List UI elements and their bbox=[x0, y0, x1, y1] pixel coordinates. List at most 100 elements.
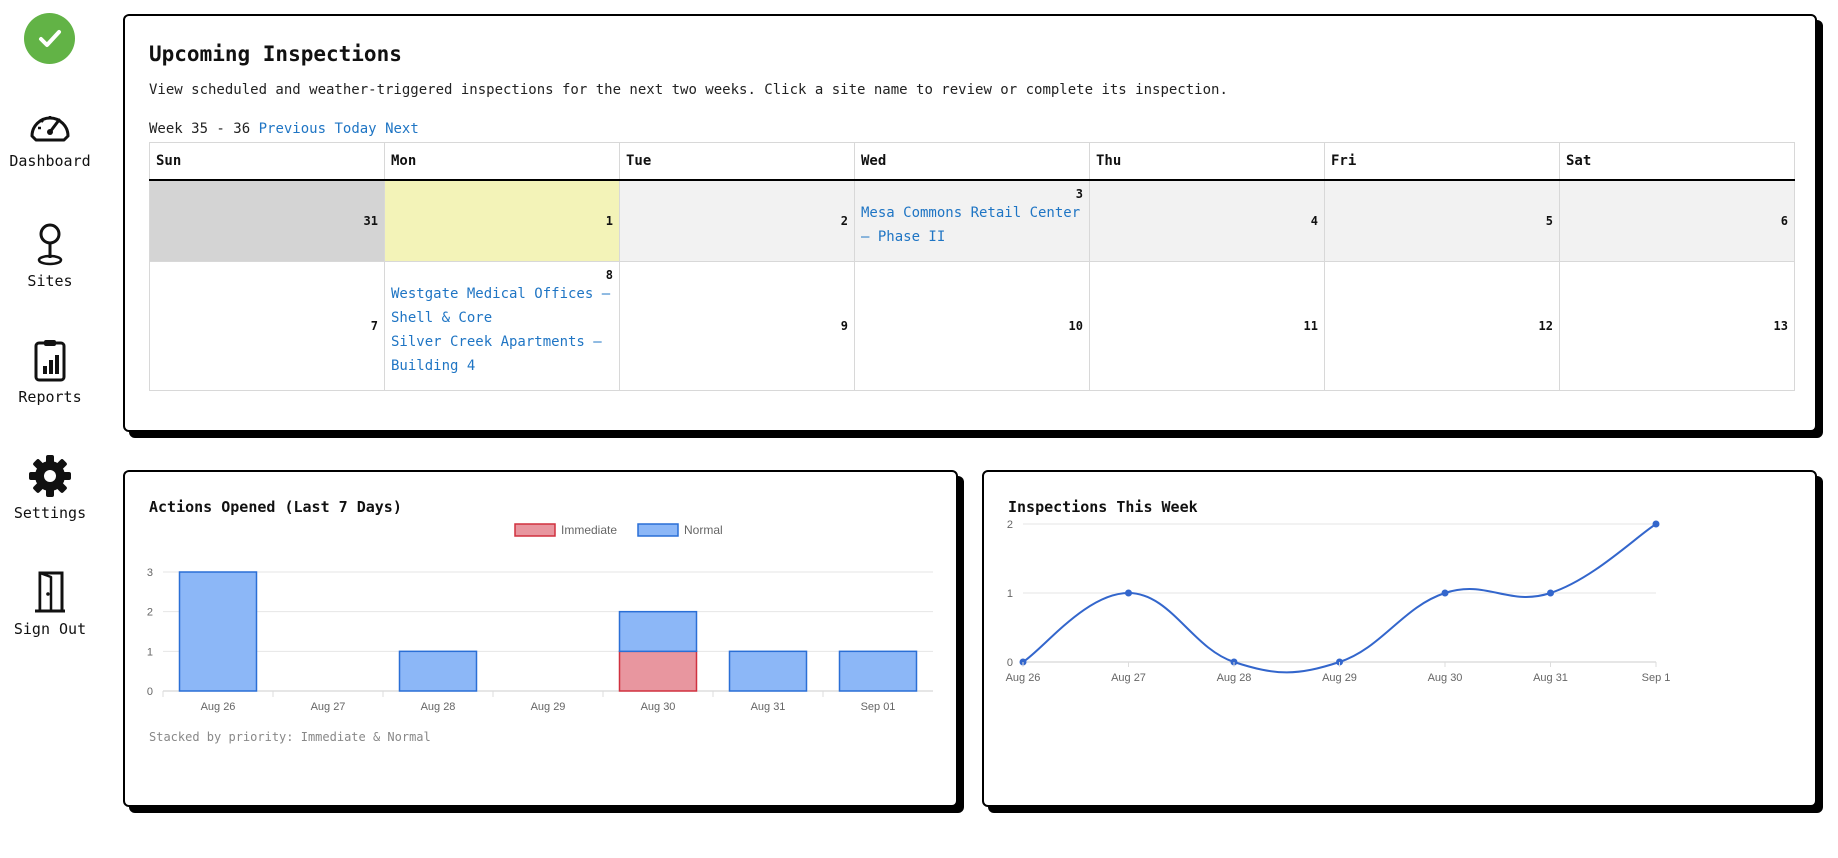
calendar-day-cell[interactable]: 7 bbox=[149, 261, 385, 391]
x-tick-label: Aug 28 bbox=[421, 701, 456, 713]
sidebar: Dashboard Sites Reports Settings Sign Ou… bbox=[0, 0, 100, 858]
sidebar-item-label: Settings bbox=[13, 504, 87, 522]
day-number: 10 bbox=[1068, 319, 1083, 333]
actions-chart-note: Stacked by priority: Immediate & Normal bbox=[149, 730, 431, 744]
x-tick-label: Aug 29 bbox=[1322, 672, 1357, 684]
day-header-fri: Fri bbox=[1324, 142, 1560, 181]
bar-normal bbox=[728, 650, 808, 692]
clipboard-chart-icon bbox=[34, 340, 66, 382]
x-tick-label: Aug 27 bbox=[1111, 672, 1146, 684]
sidebar-item-label: Dashboard bbox=[9, 152, 91, 170]
speedometer-icon bbox=[30, 116, 70, 142]
calendar-table: Sun Mon Tue Wed Thu Fri Sat 31 1 2 3 Mes… bbox=[149, 142, 1795, 391]
logo-check-icon bbox=[24, 13, 75, 64]
calendar-day-cell-today[interactable]: 1 bbox=[384, 179, 620, 262]
data-point bbox=[1441, 589, 1449, 597]
x-tick-label: Aug 30 bbox=[1428, 672, 1463, 684]
data-point bbox=[1547, 589, 1554, 597]
day-number: 7 bbox=[370, 319, 378, 333]
week-label: Week 35 - 36 bbox=[149, 121, 251, 137]
calendar-header-row: Sun Mon Tue Wed Thu Fri Sat bbox=[149, 142, 1795, 181]
upcoming-inspections-card: Upcoming Inspections View scheduled and … bbox=[123, 14, 1817, 432]
day-number: 5 bbox=[1545, 214, 1553, 228]
series-line bbox=[1022, 523, 1657, 674]
sidebar-item-sign-out[interactable]: Sign Out bbox=[0, 570, 100, 638]
sidebar-item-settings[interactable]: Settings bbox=[0, 454, 100, 522]
door-icon bbox=[35, 571, 65, 613]
inspection-event-link[interactable]: Silver Creek Apartments – Building 4 bbox=[391, 330, 613, 378]
x-tick-label: Aug 26 bbox=[201, 701, 236, 713]
day-number: 9 bbox=[840, 319, 848, 333]
calendar-day-cell[interactable]: 11 bbox=[1089, 261, 1325, 391]
day-number: 4 bbox=[1310, 214, 1318, 228]
map-pin-icon bbox=[37, 223, 63, 266]
sidebar-item-reports[interactable]: Reports bbox=[0, 338, 100, 406]
calendar-day-cell[interactable]: 31 bbox=[149, 179, 385, 262]
today-link[interactable]: Today bbox=[334, 121, 376, 137]
day-number: 12 bbox=[1538, 319, 1553, 333]
next-week-link[interactable]: Next bbox=[385, 121, 419, 137]
x-tick-label: Aug 31 bbox=[751, 701, 786, 713]
gear-icon bbox=[29, 455, 71, 497]
data-point bbox=[1652, 520, 1660, 528]
calendar-day-cell[interactable]: 12 bbox=[1324, 261, 1560, 391]
y-tick-label: 1 bbox=[147, 646, 153, 658]
day-header-wed: Wed bbox=[854, 142, 1090, 181]
actions-bar-chart: Immediate Normal 0 1 2 3 Aug 26 Aug 27 Aug 28 Aug… bbox=[147, 523, 933, 713]
data-point bbox=[1125, 589, 1132, 597]
previous-week-link[interactable]: Previous bbox=[259, 121, 326, 137]
inspection-event-link[interactable]: Mesa Commons Retail Center – Phase II bbox=[861, 201, 1083, 249]
calendar-day-cell[interactable]: 4 bbox=[1089, 179, 1325, 262]
inspections-line-chart: 0 1 2 Aug 26 Aug 27 Aug 28 Aug 29 Aug 30 Aug 31 S… bbox=[1006, 519, 1671, 684]
legend-swatch-immediate bbox=[514, 523, 556, 537]
day-header-tue: Tue bbox=[619, 142, 855, 181]
bar-normal bbox=[178, 571, 258, 692]
x-tick-label: Aug 27 bbox=[311, 701, 346, 713]
x-tick-label: Aug 30 bbox=[641, 701, 676, 713]
sidebar-item-dashboard[interactable]: Dashboard bbox=[0, 106, 100, 170]
calendar-day-cell[interactable]: 6 bbox=[1559, 179, 1795, 262]
calendar-description: View scheduled and weather-triggered ins… bbox=[149, 82, 1228, 98]
x-tick-label: Aug 31 bbox=[1533, 672, 1568, 684]
legend-swatch-normal bbox=[637, 523, 679, 537]
actions-opened-card: Actions Opened (Last 7 Days) Immediate No… bbox=[123, 470, 958, 807]
week-navigation: Week 35 - 36 Previous Today Next bbox=[149, 121, 419, 137]
x-tick-label: Aug 28 bbox=[1217, 672, 1252, 684]
calendar-day-cell[interactable]: 8 Westgate Medical Offices – Shell & Cor… bbox=[384, 261, 620, 391]
x-tick-label: Sep 01 bbox=[861, 701, 896, 713]
calendar-day-cell[interactable]: 2 bbox=[619, 179, 855, 262]
day-number: 2 bbox=[840, 214, 848, 228]
calendar-day-cell[interactable]: 3 Mesa Commons Retail Center – Phase II bbox=[854, 179, 1090, 262]
calendar-day-cell[interactable]: 13 bbox=[1559, 261, 1795, 391]
bar-normal bbox=[838, 650, 918, 692]
y-tick-label: 2 bbox=[147, 607, 153, 619]
y-tick-label: 3 bbox=[147, 567, 153, 579]
x-tick-label: Sep 1 bbox=[1642, 672, 1671, 684]
day-number: 6 bbox=[1780, 214, 1788, 228]
calendar-day-cell[interactable]: 10 bbox=[854, 261, 1090, 391]
sidebar-item-label: Sites bbox=[27, 272, 73, 290]
day-header-sun: Sun bbox=[149, 142, 385, 181]
sidebar-item-sites[interactable]: Sites bbox=[0, 222, 100, 290]
calendar-day-cell[interactable]: 9 bbox=[619, 261, 855, 391]
y-tick-label: 0 bbox=[1007, 657, 1013, 669]
day-number: 31 bbox=[363, 214, 378, 228]
calendar-day-cell[interactable]: 5 bbox=[1324, 179, 1560, 262]
bar-immediate bbox=[618, 650, 698, 692]
day-number: 8 bbox=[605, 268, 613, 282]
day-number: 11 bbox=[1303, 319, 1318, 333]
y-tick-label: 1 bbox=[1007, 588, 1013, 600]
y-tick-label: 0 bbox=[147, 686, 153, 698]
bar-normal bbox=[618, 610, 698, 653]
inspection-event-link[interactable]: Westgate Medical Offices – Shell & Core bbox=[391, 282, 613, 330]
bar-normal bbox=[398, 650, 478, 692]
day-header-mon: Mon bbox=[384, 142, 620, 181]
calendar-week-row: 7 8 Westgate Medical Offices – Shell & C… bbox=[149, 261, 1795, 391]
legend-label-immediate: Immediate bbox=[561, 523, 617, 537]
day-header-thu: Thu bbox=[1089, 142, 1325, 181]
y-tick-label: 2 bbox=[1007, 519, 1013, 531]
legend-label-normal: Normal bbox=[684, 523, 723, 537]
inspections-this-week-card: Inspections This Week 0 1 2 Aug 26 Aug 27 Aug… bbox=[982, 470, 1817, 807]
calendar-week-row: 31 1 2 3 Mesa Commons Retail Center – Ph… bbox=[149, 179, 1795, 262]
day-number: 13 bbox=[1773, 319, 1788, 333]
